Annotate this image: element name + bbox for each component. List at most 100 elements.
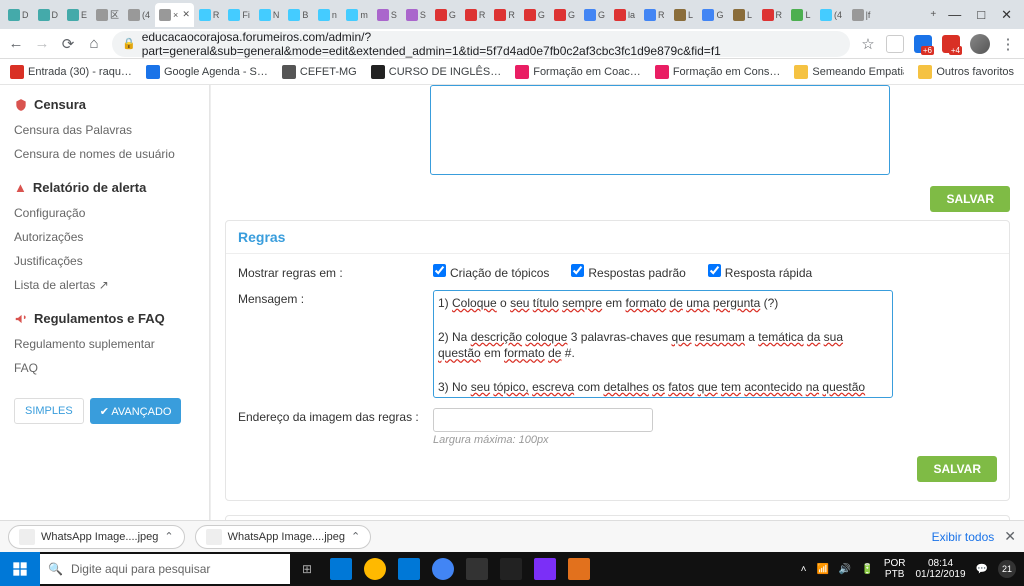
downloads-close[interactable]: ✕ xyxy=(1004,528,1016,545)
extension-icon[interactable]: +6 xyxy=(914,35,932,53)
window-maximize[interactable]: □ xyxy=(977,7,985,23)
save-button[interactable]: SALVAR xyxy=(917,456,997,482)
extension-icon[interactable] xyxy=(886,35,904,53)
image-url-input[interactable] xyxy=(433,408,653,432)
taskbar-app[interactable] xyxy=(494,552,528,586)
message-label: Mensagem : xyxy=(238,290,433,398)
browser-tab[interactable]: (4 xyxy=(816,3,846,27)
nav-forward[interactable]: → xyxy=(34,36,50,52)
rules-checkbox[interactable]: Criação de tópicos xyxy=(433,264,549,280)
mode-advanced-button[interactable]: ✔ AVANÇADO xyxy=(90,398,182,424)
save-button[interactable]: SALVAR xyxy=(930,186,1010,212)
bookmark-item[interactable]: Entrada (30) - raqu… xyxy=(10,65,132,79)
nav-home[interactable]: ⌂ xyxy=(86,36,102,52)
taskbar-app[interactable] xyxy=(528,552,562,586)
browser-tab[interactable]: N xyxy=(255,3,284,27)
browser-tab[interactable]: G xyxy=(550,3,579,27)
close-icon[interactable]: ✕ xyxy=(182,9,190,20)
browser-tab[interactable]: R xyxy=(758,3,787,27)
browser-tab[interactable]: D xyxy=(34,3,63,27)
message-textarea[interactable]: 1) Coloque o seu título sempre em format… xyxy=(433,290,893,398)
browser-tab[interactable]: Fi xyxy=(224,3,254,27)
browser-tab[interactable]: G xyxy=(520,3,549,27)
bookmark-item[interactable]: CEFET-MG xyxy=(282,65,357,79)
folder-icon xyxy=(918,65,932,79)
browser-tab[interactable]: 区 xyxy=(92,3,123,27)
extension-icon[interactable]: +4 xyxy=(942,35,960,53)
browser-tab[interactable]: D xyxy=(4,3,33,27)
browser-tab[interactable]: R xyxy=(195,3,224,27)
task-view[interactable]: ⊞ xyxy=(290,552,324,586)
description-textarea[interactable] xyxy=(430,85,890,175)
system-tray[interactable]: ˄ 📶 🔊 🔋 PORPTB 08:1401/12/2019 💬 21 xyxy=(793,558,1024,580)
sidebar-item-faq[interactable]: FAQ xyxy=(0,356,209,380)
browser-tab[interactable]: la xyxy=(610,3,639,27)
browser-tab[interactable]: R xyxy=(461,3,490,27)
nav-reload[interactable]: ⟳ xyxy=(60,36,76,52)
bookmarks-bar: Entrada (30) - raqu… Google Agenda - S… CE… xyxy=(0,59,1024,85)
browser-tab[interactable]: B xyxy=(284,3,312,27)
browser-tab[interactable]: L xyxy=(787,3,815,27)
browser-tab[interactable]: ×✕ xyxy=(155,3,194,27)
browser-tab[interactable]: G xyxy=(431,3,460,27)
chevron-up-icon[interactable]: ⌃ xyxy=(351,530,360,543)
bookmark-item[interactable]: Semeando Empatia xyxy=(794,65,904,79)
download-chip[interactable]: WhatsApp Image....jpeg ⌃ xyxy=(8,525,185,549)
browser-tab[interactable]: G xyxy=(698,3,727,27)
start-button[interactable] xyxy=(0,552,40,586)
volume-icon[interactable]: 🔊 xyxy=(839,564,851,575)
taskbar-app[interactable] xyxy=(562,552,596,586)
profile-avatar[interactable] xyxy=(970,34,990,54)
new-tab-button[interactable]: + xyxy=(919,3,947,27)
sidebar-item-autorizacoes[interactable]: Autorizações xyxy=(0,225,209,249)
browser-tab[interactable]: n xyxy=(313,3,341,27)
sidebar-item-censura-palavras[interactable]: Censura das Palavras xyxy=(0,118,209,142)
sidebar-item-censura-nomes[interactable]: Censura de nomes de usuário xyxy=(0,142,209,166)
browser-tab[interactable]: (4 xyxy=(124,3,154,27)
nav-back[interactable]: ← xyxy=(8,36,24,52)
bookmark-icon xyxy=(794,65,808,79)
download-chip[interactable]: WhatsApp Image....jpeg ⌃ xyxy=(195,525,372,549)
browser-tab[interactable]: G xyxy=(580,3,609,27)
regras-title: Regras xyxy=(226,221,1009,254)
notifications-icon[interactable]: 💬 xyxy=(976,564,988,575)
browser-tab[interactable]: S xyxy=(373,3,401,27)
address-bar[interactable]: 🔒 educacaocorajosa.forumeiros.com/admin/… xyxy=(112,31,850,57)
sidebar-item-config[interactable]: Configuração xyxy=(0,201,209,225)
chevron-up-icon[interactable]: ⌃ xyxy=(164,530,173,543)
window-minimize[interactable]: — xyxy=(948,7,961,23)
bookmark-item[interactable]: CURSO DE INGLÊS… xyxy=(371,65,501,79)
browser-tab[interactable]: |f xyxy=(847,3,875,27)
downloads-bar: WhatsApp Image....jpeg ⌃ WhatsApp Image.… xyxy=(0,520,1024,552)
tray-chevron-icon[interactable]: ˄ xyxy=(801,564,807,575)
browser-tab[interactable]: R xyxy=(640,3,669,27)
bookmark-item[interactable]: Google Agenda - S… xyxy=(146,65,268,79)
bookmark-item[interactable]: Formação em Coac… xyxy=(515,65,641,79)
taskbar-app[interactable] xyxy=(426,552,460,586)
browser-tab[interactable]: R xyxy=(490,3,519,27)
sidebar-item-lista-alertas[interactable]: Lista de alertas ↗ xyxy=(0,273,209,297)
browser-tab[interactable]: L xyxy=(669,3,697,27)
downloads-show-all[interactable]: Exibir todos xyxy=(932,530,995,544)
rules-checkbox[interactable]: Resposta rápida xyxy=(708,264,812,280)
taskbar-app[interactable] xyxy=(324,552,358,586)
chrome-menu[interactable]: ⋮ xyxy=(1000,36,1016,52)
sidebar-item-justificacoes[interactable]: Justificações xyxy=(0,249,209,273)
sidebar-item-regulamento[interactable]: Regulamento suplementar xyxy=(0,332,209,356)
taskbar-search[interactable]: 🔍 Digite aqui para pesquisar xyxy=(40,554,290,584)
browser-tab[interactable]: L xyxy=(729,3,757,27)
battery-icon[interactable]: 🔋 xyxy=(861,564,873,575)
mode-simple-button[interactable]: SIMPLES xyxy=(14,398,84,424)
browser-tab[interactable]: S xyxy=(402,3,430,27)
network-icon[interactable]: 📶 xyxy=(816,564,828,575)
window-close[interactable]: ✕ xyxy=(1001,7,1012,23)
browser-tab[interactable]: E xyxy=(63,3,91,27)
browser-tab[interactable]: m xyxy=(342,3,372,27)
bookmark-star[interactable]: ☆ xyxy=(860,36,876,52)
other-bookmarks[interactable]: Outros favoritos xyxy=(918,65,1014,79)
bookmark-item[interactable]: Formação em Cons… xyxy=(655,65,781,79)
taskbar-app[interactable] xyxy=(460,552,494,586)
taskbar-app[interactable] xyxy=(358,552,392,586)
taskbar-app[interactable] xyxy=(392,552,426,586)
rules-checkbox[interactable]: Respostas padrão xyxy=(571,264,685,280)
